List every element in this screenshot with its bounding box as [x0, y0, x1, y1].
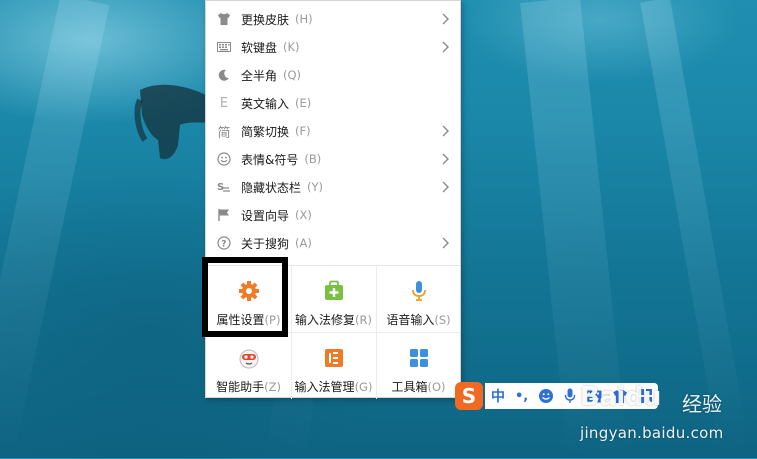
flag-icon: [217, 208, 231, 222]
menu-item-label: 简繁切换: [241, 124, 290, 139]
sogou-logo-icon[interactable]: S: [455, 382, 483, 410]
menu-item-english-input[interactable]: E 英文输入 (E): [206, 89, 460, 117]
grid-item-toolbox[interactable]: 工具箱(O): [376, 333, 461, 399]
grid-item-text: 输入法管理(G): [295, 378, 373, 395]
smiley-icon: [217, 152, 231, 166]
chevron-right-icon: [442, 153, 449, 165]
menu-item-shortcut: (B): [304, 152, 322, 166]
menu-item-shortcut: (F): [295, 124, 311, 138]
menu-item-about[interactable]: ? 关于搜狗 (A): [206, 229, 460, 257]
jian-char-icon: 简: [217, 125, 231, 141]
watermark-suffix: 经验: [682, 392, 722, 416]
grid-item-shortcut: (O): [427, 380, 446, 394]
assistant-icon: [238, 347, 260, 369]
watermark-brand: Baidu: [580, 382, 661, 412]
menu-item-simplified-traditional[interactable]: 简 简繁切换 (F): [206, 117, 460, 145]
moon-icon: [217, 68, 231, 82]
keyboard-icon: [217, 40, 231, 54]
highlight-annotation-box: [202, 257, 288, 337]
manager-icon: [323, 347, 345, 369]
grid-item-label: 工具箱: [391, 380, 428, 394]
smiley-icon[interactable]: [538, 388, 554, 404]
watermark-url: jingyan.baidu.com: [580, 424, 724, 442]
menu-item-shortcut: (Q): [283, 68, 302, 82]
chevron-right-icon: [442, 41, 449, 53]
toolbox-icon: [408, 347, 430, 369]
grid-item-label: 输入法修复: [295, 313, 356, 327]
menu-item-label: 隐藏状态栏: [241, 180, 302, 195]
grid-item-text: 工具箱(O): [391, 378, 445, 395]
svg-text:?: ?: [221, 240, 226, 250]
menu-item-hide-statusbar[interactable]: S 隐藏状态栏 (Y): [206, 173, 460, 201]
chinese-mode-toggle[interactable]: 中: [491, 386, 505, 406]
menu-item-shortcut: (H): [295, 12, 313, 26]
menu-item-shortcut: (X): [295, 208, 312, 222]
menu-item-shortcut: (E): [295, 96, 312, 110]
context-menu: 更换皮肤 (H) 软键盘 (K) 全半角 (Q) E 英文输入 (E) 简 简繁…: [205, 0, 461, 399]
menu-item-label: 更换皮肤: [241, 12, 290, 27]
grid-item-repair[interactable]: 输入法修复(R): [291, 266, 376, 332]
menu-item-emoji-symbols[interactable]: 表情&符号 (B): [206, 145, 460, 173]
microphone-icon[interactable]: [564, 388, 576, 404]
chevron-right-icon: [442, 13, 449, 25]
menu-item-soft-keyboard[interactable]: 软键盘 (K): [206, 33, 460, 61]
chevron-right-icon: [442, 181, 449, 193]
grid-item-label: 智能助手: [216, 380, 265, 394]
baidu-jingyan-watermark: Baidu 经验 jingyan.baidu.com: [578, 378, 753, 448]
grid-item-label: 输入法管理: [294, 380, 355, 394]
menu-item-shortcut: (Y): [307, 180, 324, 194]
chevron-right-icon: [442, 237, 449, 249]
menu-item-label: 设置向导: [241, 208, 290, 223]
tshirt-icon: [217, 12, 231, 26]
menu-item-skin[interactable]: 更换皮肤 (H): [206, 5, 460, 33]
grid-item-text: 智能助手(Z): [216, 378, 281, 395]
grid-item-shortcut: (S): [434, 313, 451, 327]
grid-item-label: 语音输入: [386, 313, 435, 327]
repair-bag-icon: [323, 280, 345, 302]
menu-item-shortcut: (A): [295, 236, 312, 250]
menu-item-label: 英文输入: [241, 96, 290, 111]
grid-item-assistant[interactable]: 智能助手(Z): [206, 333, 291, 399]
menu-item-label: 全半角: [241, 68, 278, 83]
grid-item-voice[interactable]: 语音输入(S): [376, 266, 461, 332]
hide-statusbar-icon: S: [217, 180, 231, 194]
grid-item-shortcut: (Z): [264, 380, 281, 394]
grid-item-text: 输入法修复(R): [295, 311, 372, 328]
menu-item-label: 软键盘: [241, 40, 278, 55]
grid-item-text: 语音输入(S): [386, 311, 450, 328]
microphone-icon: [408, 280, 430, 302]
question-icon: ?: [217, 236, 231, 250]
english-e-icon: E: [219, 95, 229, 111]
menu-item-shortcut: (K): [283, 40, 300, 54]
menu-item-label: 表情&符号: [241, 152, 299, 167]
punctuation-toggle[interactable]: •,: [515, 389, 528, 404]
grid-item-shortcut: (G): [354, 380, 373, 394]
chevron-right-icon: [442, 125, 449, 137]
menu-item-full-half-width[interactable]: 全半角 (Q): [206, 61, 460, 89]
menu-item-setup-wizard[interactable]: 设置向导 (X): [206, 201, 460, 229]
grid-item-shortcut: (R): [355, 313, 372, 327]
menu-item-label: 关于搜狗: [241, 236, 290, 251]
grid-item-ime-manager[interactable]: 输入法管理(G): [291, 333, 376, 399]
